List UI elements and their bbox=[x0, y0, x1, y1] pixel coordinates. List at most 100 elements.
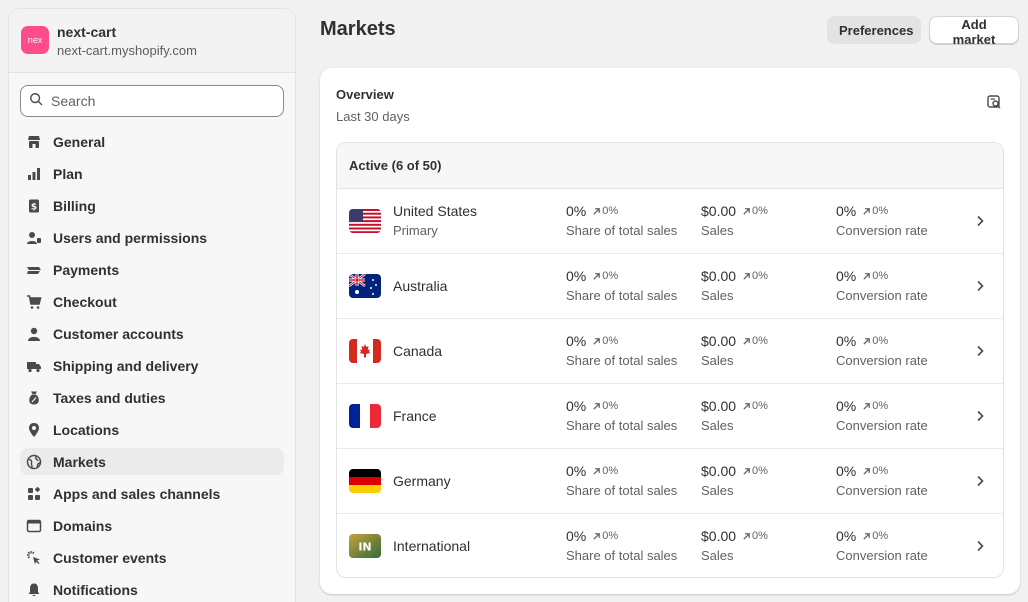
sales-value: $0.00 bbox=[701, 268, 737, 284]
nav-item-label: Markets bbox=[53, 453, 106, 470]
nav-item-label: Customer accounts bbox=[53, 325, 184, 342]
nav-item-label: Checkout bbox=[53, 293, 117, 310]
nav-item-markets[interactable]: Markets bbox=[20, 448, 284, 475]
nav-item-shipping[interactable]: Shipping and delivery bbox=[20, 352, 284, 379]
nav-item-locations[interactable]: Locations bbox=[20, 416, 284, 443]
bell-icon bbox=[25, 581, 43, 599]
nav-item-taxes[interactable]: Taxes and duties bbox=[20, 384, 284, 411]
nav-item-notifications[interactable]: Notifications bbox=[20, 576, 284, 602]
sales-metric: $0.00 0% Sales bbox=[701, 398, 768, 433]
nav-item-label: Notifications bbox=[53, 581, 138, 598]
location-icon bbox=[25, 421, 43, 439]
market-row-united-states[interactable]: United States Primary 0% 0% Share of tota… bbox=[337, 189, 1003, 254]
market-row-international[interactable]: IN International 0% 0% Share of total sal… bbox=[337, 514, 1003, 577]
share-trend: 0% bbox=[592, 530, 618, 542]
share-metric: 0% 0% Share of total sales bbox=[566, 268, 677, 303]
market-row-germany[interactable]: Germany 0% 0% Share of total sales $0.00 0… bbox=[337, 449, 1003, 514]
search-icon bbox=[29, 92, 43, 111]
au-flag-icon bbox=[349, 274, 381, 298]
svg-text:IN: IN bbox=[358, 541, 371, 554]
conversion-label: Conversion rate bbox=[836, 353, 928, 368]
truck-icon bbox=[25, 357, 43, 375]
market-row-australia[interactable]: Australia 0% 0% Share of total sales $0.0… bbox=[337, 254, 1003, 319]
nav-item-label: Locations bbox=[53, 421, 120, 438]
market-row-canada[interactable]: Canada 0% 0% Share of total sales $0.00 0%… bbox=[337, 319, 1003, 384]
table-header: Active (6 of 50) bbox=[337, 143, 1003, 189]
payments-icon bbox=[25, 261, 43, 279]
store-header[interactable]: nex next-cart next-cart.myshopify.com bbox=[9, 9, 295, 73]
trend-up-icon bbox=[743, 207, 750, 215]
conversion-label: Conversion rate bbox=[836, 288, 928, 303]
market-row-france[interactable]: France 0% 0% Share of total sales $0.00 0%… bbox=[337, 384, 1003, 449]
nav-item-apps[interactable]: Apps and sales channels bbox=[20, 480, 284, 507]
page-title: Markets bbox=[320, 18, 396, 40]
sales-value: $0.00 bbox=[701, 398, 737, 414]
country-name: United States bbox=[393, 203, 478, 219]
sales-metric: $0.00 0% Sales bbox=[701, 333, 768, 368]
nav-item-label: Domains bbox=[53, 517, 113, 534]
sales-label: Sales bbox=[701, 223, 734, 238]
share-label: Share of total sales bbox=[566, 548, 678, 563]
preferences-button[interactable]: Preferences bbox=[827, 16, 921, 44]
trend-up-icon bbox=[593, 207, 601, 215]
sales-value: $0.00 bbox=[701, 333, 737, 349]
share-metric: 0% 0% Share of total sales bbox=[566, 203, 677, 238]
search-box[interactable] bbox=[20, 85, 284, 117]
nav-item-plan[interactable]: Plan bbox=[20, 160, 284, 187]
cart-icon bbox=[25, 293, 43, 311]
conversion-value: 0% bbox=[836, 268, 857, 284]
person-icon bbox=[25, 325, 43, 343]
trend-up-icon bbox=[743, 272, 750, 280]
share-value: 0% bbox=[566, 203, 587, 219]
conversion-metric: 0% 0% Conversion rate bbox=[836, 203, 928, 238]
nav-item-billing[interactable]: $ Billing bbox=[20, 192, 284, 219]
store-icon bbox=[25, 133, 43, 151]
chevron-right-icon[interactable] bbox=[975, 345, 985, 357]
nav-item-label: Users and permissions bbox=[53, 229, 208, 246]
nav-item-general[interactable]: General bbox=[20, 128, 284, 155]
share-label: Share of total sales bbox=[566, 353, 678, 368]
nav-item-checkout[interactable]: Checkout bbox=[20, 288, 284, 315]
share-value: 0% bbox=[566, 333, 587, 349]
trend-up-icon bbox=[743, 532, 750, 540]
trend-up-icon bbox=[743, 337, 750, 345]
nav-item-customer-events[interactable]: Customer events bbox=[20, 544, 284, 571]
nav-item-label: Billing bbox=[53, 197, 96, 214]
country-name: France bbox=[393, 408, 437, 424]
conversion-metric: 0% 0% Conversion rate bbox=[836, 333, 928, 368]
conversion-value: 0% bbox=[836, 463, 857, 479]
chevron-right-icon[interactable] bbox=[975, 215, 985, 227]
chevron-right-icon[interactable] bbox=[975, 410, 985, 422]
country-name: Australia bbox=[393, 278, 448, 294]
nav-item-label: Customer events bbox=[53, 549, 167, 566]
trend-up-icon bbox=[593, 402, 601, 410]
nav-item-customer-accounts[interactable]: Customer accounts bbox=[20, 320, 284, 347]
sales-label: Sales bbox=[701, 418, 734, 433]
trend-up-icon bbox=[863, 207, 871, 215]
share-label: Share of total sales bbox=[566, 288, 678, 303]
nav-item-users[interactable]: Users and permissions bbox=[20, 224, 284, 251]
overview-card: Overview Last 30 days Active (6 of 50) U… bbox=[320, 68, 1020, 594]
share-value: 0% bbox=[566, 463, 587, 479]
sales-metric: $0.00 0% Sales bbox=[701, 528, 768, 563]
us-flag-icon bbox=[349, 209, 381, 233]
conversion-label: Conversion rate bbox=[836, 483, 928, 498]
trend-up-icon bbox=[593, 532, 601, 540]
conversion-value: 0% bbox=[836, 528, 857, 544]
sales-trend: 0% bbox=[742, 530, 768, 542]
store-name: next-cart bbox=[57, 23, 117, 40]
nav-item-payments[interactable]: Payments bbox=[20, 256, 284, 283]
store-logo: nex bbox=[21, 25, 49, 54]
nav-item-domains[interactable]: Domains bbox=[20, 512, 284, 539]
conversion-label: Conversion rate bbox=[836, 418, 928, 433]
chevron-right-icon[interactable] bbox=[975, 540, 985, 552]
svg-text:$: $ bbox=[31, 202, 37, 212]
nav-item-label: Payments bbox=[53, 261, 120, 278]
chevron-right-icon[interactable] bbox=[975, 280, 985, 292]
report-icon[interactable] bbox=[986, 94, 1002, 110]
chevron-right-icon[interactable] bbox=[975, 475, 985, 487]
country-name: Canada bbox=[393, 343, 443, 359]
add-market-button[interactable]: Add market bbox=[929, 16, 1019, 47]
conversion-metric: 0% 0% Conversion rate bbox=[836, 398, 928, 433]
search-input[interactable] bbox=[51, 93, 271, 109]
